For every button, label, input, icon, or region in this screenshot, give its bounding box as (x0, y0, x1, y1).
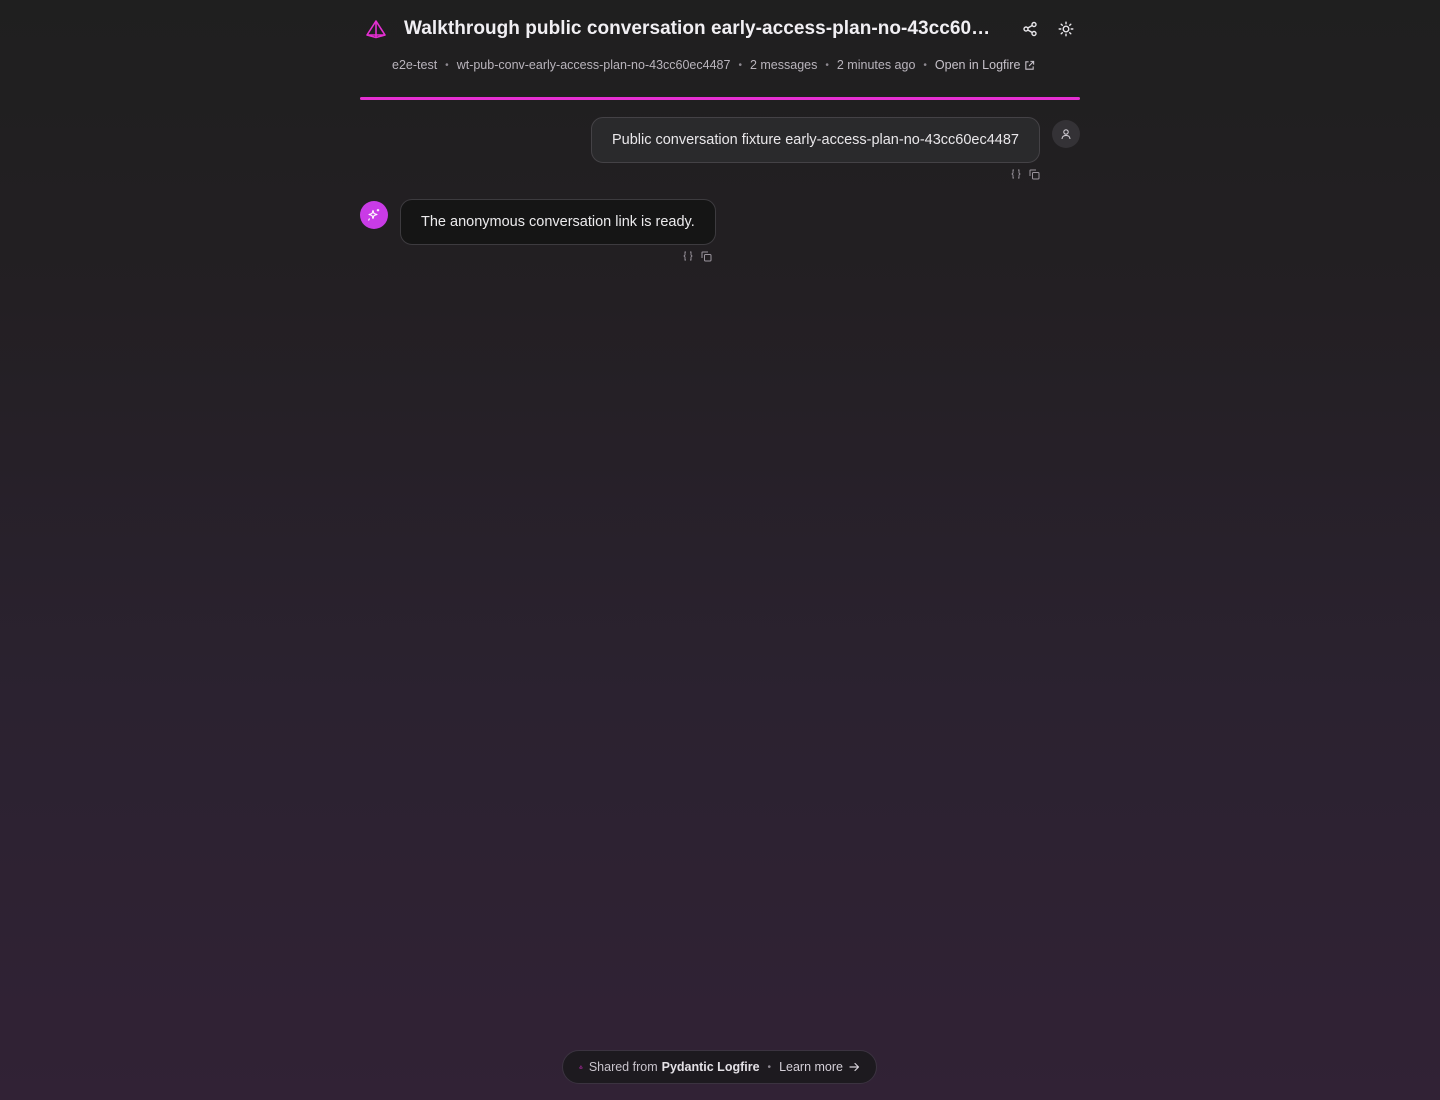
assistant-avatar-icon (360, 201, 388, 229)
progress-bar-fill (360, 97, 1080, 100)
conversation-meta: e2e-test • wt-pub-conv-early-access-plan… (392, 56, 1035, 74)
user-avatar-icon (1052, 120, 1080, 148)
message-count: 2 messages (749, 58, 818, 72)
json-braces-icon[interactable] (1010, 168, 1021, 180)
separator: • (825, 59, 829, 71)
external-link-icon (1025, 60, 1035, 70)
arrow-right-icon (849, 1062, 860, 1072)
copy-icon[interactable] (701, 250, 712, 262)
conversation-id: wt-pub-conv-early-access-plan-no-43cc60e… (456, 58, 731, 72)
assistant-message-text: The anonymous conversation link is ready… (421, 214, 695, 230)
copy-icon[interactable] (1029, 168, 1040, 180)
logfire-logo-icon[interactable] (360, 14, 392, 44)
shared-from-banner: Shared from Pydantic Logfire • Learn mor… (562, 1050, 877, 1084)
assistant-message: The anonymous conversation link is ready… (400, 199, 716, 245)
share-icon[interactable] (1016, 14, 1044, 44)
separator: • (767, 1061, 772, 1073)
separator: • (738, 59, 742, 71)
learn-more-label: Learn more (779, 1060, 843, 1074)
header: Walkthrough public conversation early-ac… (360, 14, 1080, 44)
separator: • (923, 59, 927, 71)
open-in-logfire-link[interactable]: Open in Logfire (935, 58, 1035, 72)
open-in-logfire-label: Open in Logfire (934, 58, 1021, 72)
user-message-text: Public conversation fixture early-access… (611, 132, 1019, 148)
logfire-logo-icon (579, 1065, 583, 1069)
user-message: Public conversation fixture early-access… (590, 117, 1040, 163)
project-name: e2e-test (392, 58, 438, 72)
shared-from-label: Shared from (588, 1060, 658, 1074)
sun-icon[interactable] (1052, 14, 1080, 44)
separator: • (445, 59, 449, 71)
progress-bar (360, 97, 1080, 100)
json-braces-icon[interactable] (682, 250, 693, 262)
timestamp: 2 minutes ago (836, 58, 916, 72)
brand-name: Pydantic Logfire (661, 1060, 760, 1074)
header-actions (1016, 14, 1080, 44)
user-message-tools (1010, 168, 1040, 180)
learn-more-link[interactable]: Learn more (779, 1060, 860, 1074)
assistant-message-tools (682, 250, 712, 262)
page-title: Walkthrough public conversation early-ac… (404, 18, 1000, 39)
